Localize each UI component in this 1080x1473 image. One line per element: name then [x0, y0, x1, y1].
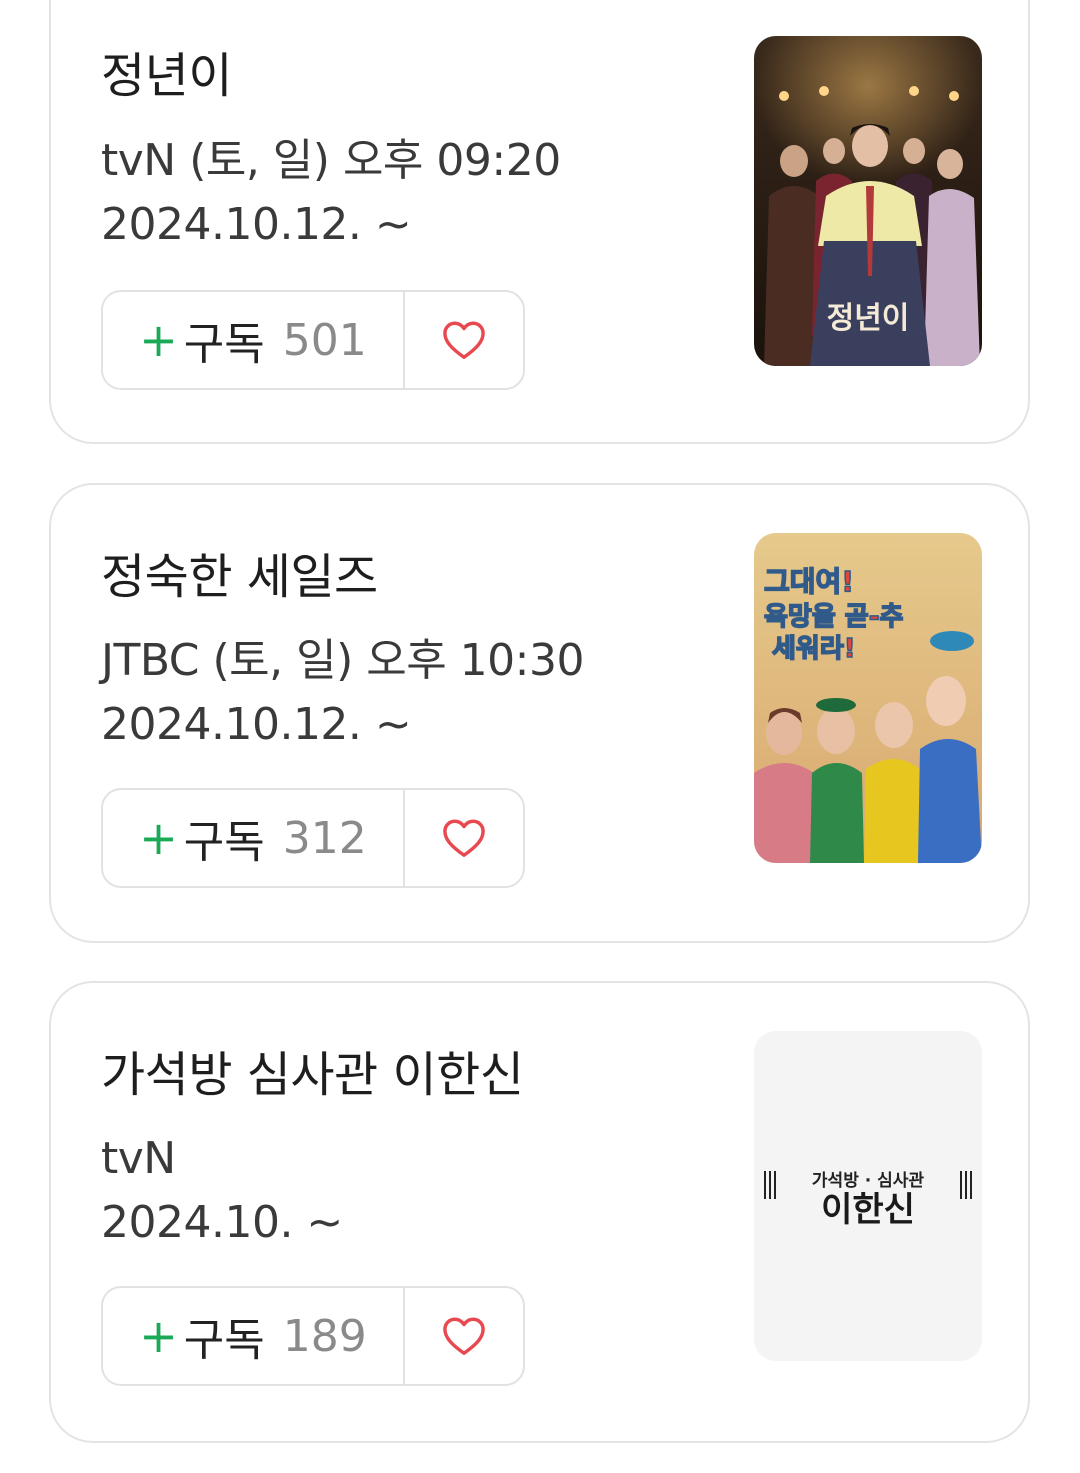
show-meta: JTBC (토, 일) 오후 10:30 2024.10.12. ~	[101, 629, 584, 757]
like-button[interactable]	[405, 292, 523, 388]
plus-icon: +	[139, 811, 178, 865]
show-card[interactable]: 가석방 심사관 이한신 tvN 2024.10. ~ + 구독 189 가석방 …	[49, 981, 1030, 1443]
subscribe-label: 구독	[183, 1315, 265, 1366]
like-button[interactable]	[405, 1288, 523, 1384]
poster-title-text: 정년이	[827, 301, 910, 336]
show-date: 2024.10. ~	[101, 1197, 343, 1248]
heart-icon	[443, 819, 485, 857]
poster-title-text: 이한신	[821, 1190, 915, 1230]
heart-icon	[443, 321, 485, 359]
poster-subtitle-text: 가석방 · 심사관	[812, 1171, 924, 1191]
show-poster[interactable]: 정년이	[754, 36, 982, 366]
subscribe-group: + 구독 312	[101, 788, 525, 888]
like-button[interactable]	[405, 790, 523, 886]
subscribe-label: 구독	[183, 817, 265, 868]
subscribe-count: 189	[282, 1310, 367, 1362]
subscribe-button[interactable]: + 구독 501	[103, 292, 405, 388]
heart-icon	[443, 1317, 485, 1355]
subscribe-button[interactable]: + 구독 312	[103, 790, 405, 886]
show-poster[interactable]: 가석방 · 심사관 이한신	[754, 1031, 982, 1361]
plus-icon: +	[139, 1309, 178, 1363]
subscribe-count: 501	[282, 314, 367, 366]
subscribe-group: + 구독 189	[101, 1286, 525, 1386]
show-card[interactable]: 정숙한 세일즈 JTBC (토, 일) 오후 10:30 2024.10.12.…	[49, 483, 1030, 943]
show-channel-time: tvN	[101, 1133, 176, 1184]
show-channel-time: tvN (토, 일) 오후 09:20	[101, 135, 561, 186]
show-date: 2024.10.12. ~	[101, 699, 412, 750]
show-title: 정숙한 세일즈	[101, 549, 378, 605]
show-card[interactable]: 정년이 tvN (토, 일) 오후 09:20 2024.10.12. ~ + …	[49, 0, 1030, 444]
drama-list: 정년이 tvN (토, 일) 오후 09:20 2024.10.12. ~ + …	[0, 0, 1080, 1473]
show-meta: tvN 2024.10. ~	[101, 1127, 343, 1255]
plus-icon: +	[139, 313, 178, 367]
subscribe-button[interactable]: + 구독 189	[103, 1288, 405, 1384]
show-title: 가석방 심사관 이한신	[101, 1047, 524, 1103]
subscribe-label: 구독	[183, 319, 265, 370]
subscribe-count: 312	[282, 812, 367, 864]
show-channel-time: JTBC (토, 일) 오후 10:30	[101, 635, 584, 686]
show-date: 2024.10.12. ~	[101, 199, 412, 250]
poster-headline-1: 그대여!	[764, 565, 854, 598]
poster-headline-3: 세워라!	[772, 634, 856, 664]
show-poster[interactable]: 그대여! 욕망을 곧-추 세워라!	[754, 533, 982, 863]
show-title: 정년이	[101, 48, 232, 104]
show-meta: tvN (토, 일) 오후 09:20 2024.10.12. ~	[101, 129, 561, 257]
subscribe-group: + 구독 501	[101, 290, 525, 390]
poster-headline-2: 욕망을 곧-추	[764, 602, 903, 632]
